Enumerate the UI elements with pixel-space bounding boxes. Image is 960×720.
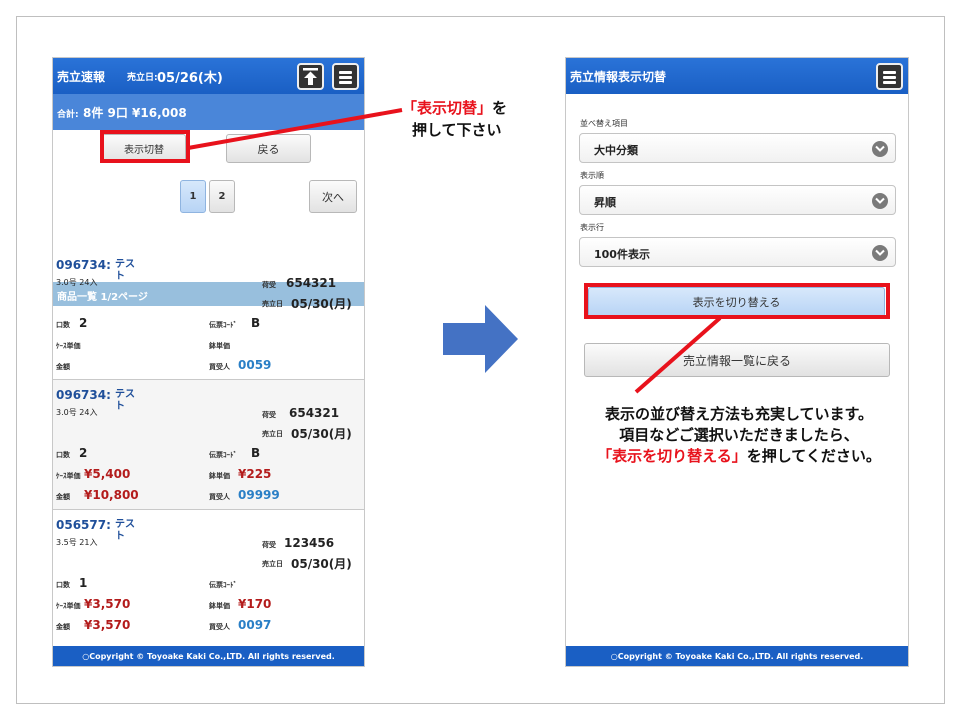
callout-toggle-tail: を xyxy=(492,99,508,117)
callout-toggle-line2: 押して下さい xyxy=(412,121,502,139)
callout-apply-quote: 「表示を切り替える」 xyxy=(597,447,747,465)
callout-apply-tail: を押してください。 xyxy=(746,447,881,465)
callout-toggle: 「表示切替」を 押して下さい xyxy=(402,97,532,141)
right-arrow-icon xyxy=(443,305,518,373)
callout-apply-line2: 項目などご選択いただきましたら、 xyxy=(619,426,859,444)
callout-apply: 表示の並び替え方法も充実しています。 項目などご選択いただきましたら、 「表示を… xyxy=(574,404,904,467)
callout-apply-line1: 表示の並び替え方法も充実しています。 xyxy=(604,405,874,423)
callout-toggle-quote: 「表示切替」 xyxy=(402,99,493,117)
